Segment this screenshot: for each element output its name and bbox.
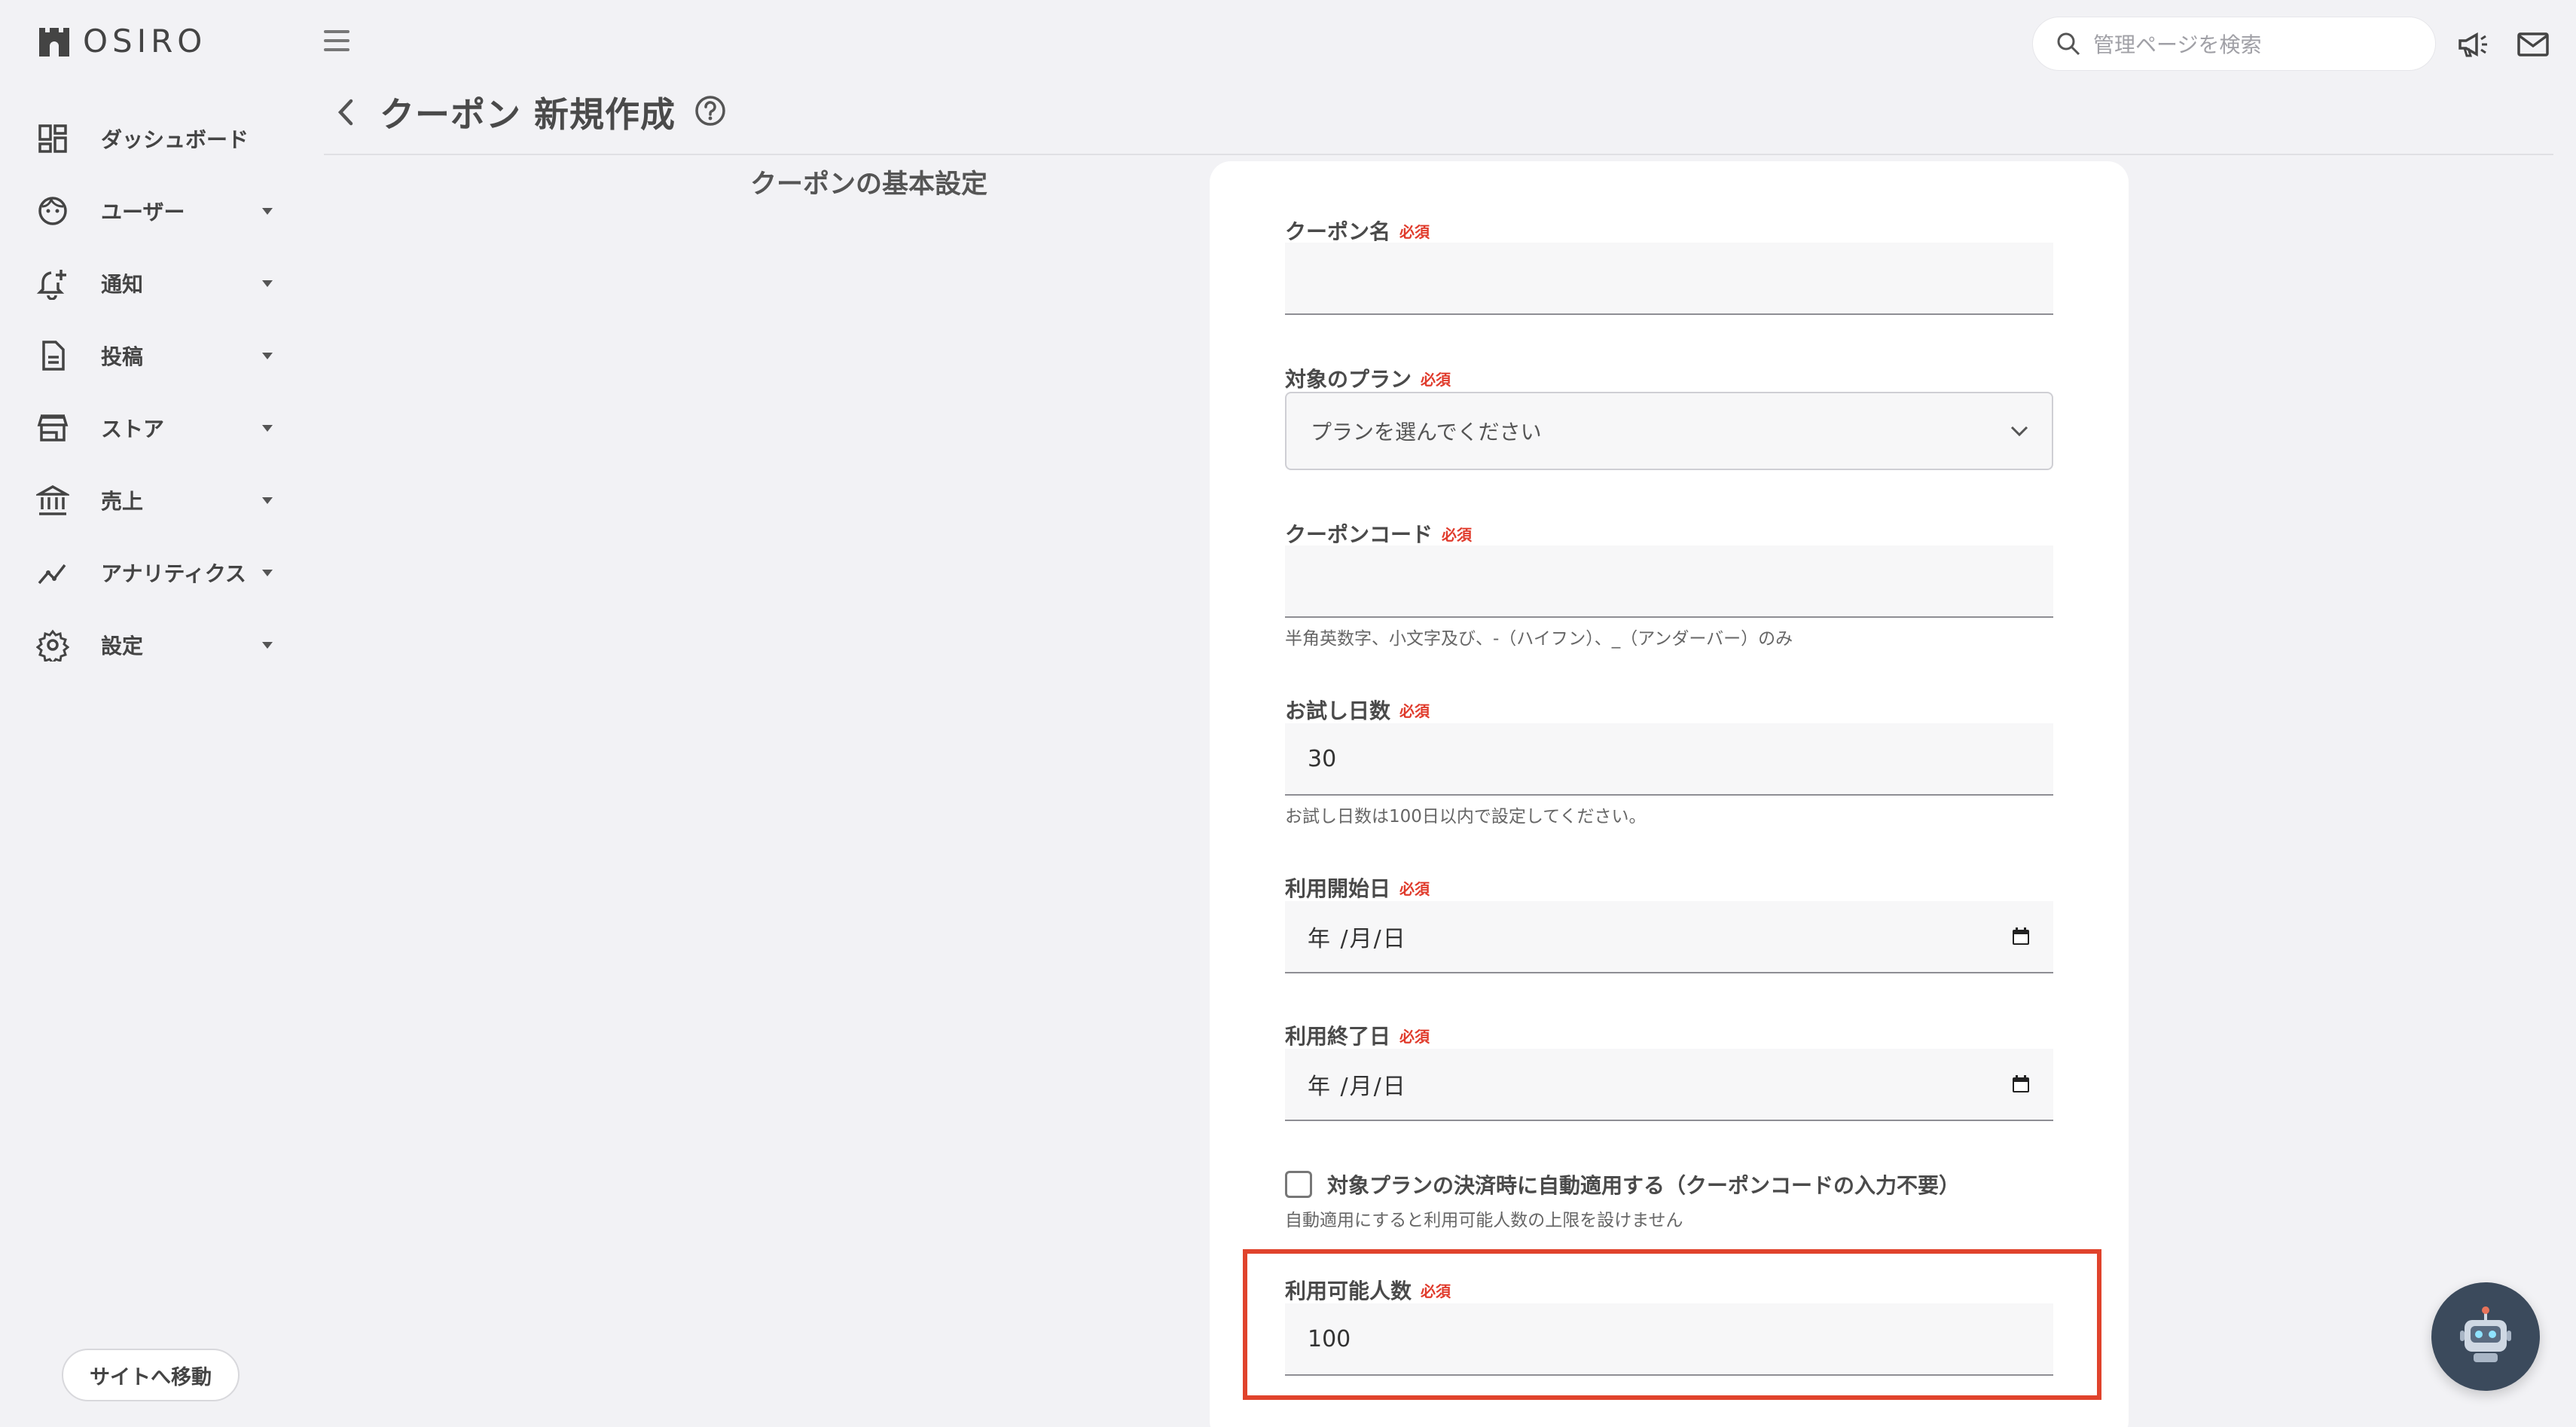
castle-icon (39, 27, 69, 57)
trial-days-hint: お試し日数は100日以内で設定してください。 (1285, 807, 1647, 827)
auto-apply-label[interactable]: 対象プランの決済時に自動適用する（クーポンコードの入力不要） (1327, 1169, 1960, 1199)
calendar-icon[interactable] (2011, 927, 2031, 946)
help-icon[interactable] (694, 95, 726, 127)
coupon-name-label: クーポン名 必須 (1285, 219, 1430, 244)
search-input[interactable]: 管理ページを検索 (2032, 17, 2436, 71)
trial-days-input[interactable]: 30 (1285, 723, 2053, 796)
sidebar-nav: ダッシュボード ユーザー 通知 投稿 ストア 売上 アナリティクス 設定 (36, 102, 285, 681)
start-date-value: 年 /月/日 (1308, 926, 1407, 952)
announcement-icon[interactable] (2455, 27, 2490, 62)
section-title: クーポンの基本設定 (750, 170, 988, 200)
coupon-code-label: クーポンコード 必須 (1285, 522, 1473, 547)
max-users-label: 利用可能人数 必須 (1285, 1279, 1451, 1303)
chevron-down-icon (262, 208, 273, 215)
menu-toggle-icon[interactable] (324, 30, 349, 51)
sidebar-item-settings[interactable]: 設定 (36, 609, 285, 681)
chatbot-button[interactable] (2431, 1282, 2540, 1391)
end-date-value: 年 /月/日 (1308, 1074, 1407, 1100)
sidebar-item-posts[interactable]: 投稿 (36, 319, 285, 392)
page-title: クーポン 新規作成 (380, 94, 676, 135)
bell-add-icon (36, 270, 66, 300)
sidebar-item-store[interactable]: ストア (36, 392, 285, 464)
search-placeholder: 管理ページを検索 (2093, 32, 2262, 57)
bank-icon (36, 484, 69, 515)
header-divider (324, 154, 2553, 155)
sidebar-item-notifications[interactable]: 通知 (36, 247, 285, 319)
sidebar-item-dashboard[interactable]: ダッシュボード (36, 102, 285, 175)
end-date-input[interactable]: 年 /月/日 (1285, 1049, 2053, 1121)
plan-select[interactable]: プランを選んでください (1285, 392, 2053, 470)
trial-days-label: お試し日数 必須 (1285, 698, 1430, 723)
end-date-label: 利用終了日 必須 (1285, 1024, 1430, 1049)
required-badge: 必須 (1421, 370, 1451, 389)
chevron-down-icon (2010, 426, 2028, 437)
chevron-down-icon (262, 280, 273, 287)
required-badge: 必須 (1442, 525, 1473, 544)
sidebar-item-sales[interactable]: 売上 (36, 464, 285, 536)
store-icon (37, 414, 69, 442)
chevron-down-icon (262, 570, 273, 576)
chevron-down-icon (262, 425, 273, 432)
brand-name: OSIRO (83, 23, 207, 60)
calendar-icon[interactable] (2011, 1074, 2031, 1094)
document-icon (42, 341, 65, 371)
required-badge: 必須 (1399, 879, 1430, 898)
required-badge: 必須 (1399, 1027, 1430, 1046)
dashboard-icon (38, 124, 67, 153)
back-arrow-icon[interactable] (331, 93, 359, 131)
gear-icon (36, 629, 69, 662)
plan-select-value: プランを選んでください (1311, 420, 1542, 445)
required-badge: 必須 (1399, 701, 1430, 720)
search-icon (2057, 32, 2080, 56)
chevron-down-icon (262, 353, 273, 359)
chevron-down-icon (262, 497, 273, 504)
brand-logo[interactable]: OSIRO (36, 23, 206, 60)
user-face-icon (38, 197, 67, 225)
auto-apply-hint: 自動適用にすると利用可能人数の上限を設けません (1285, 1211, 1683, 1230)
plan-label: 対象のプラン 必須 (1285, 367, 1451, 392)
coupon-code-hint: 半角英数字、小文字及び、-（ハイフン）、_（アンダーバー）のみ (1285, 629, 1793, 649)
max-users-input[interactable]: 100 (1285, 1303, 2053, 1376)
mail-icon[interactable] (2516, 27, 2550, 62)
robot-icon (2460, 1306, 2511, 1362)
coupon-code-input[interactable] (1285, 545, 2053, 618)
go-to-site-button[interactable]: サイトへ移動 (62, 1349, 240, 1401)
start-date-label: 利用開始日 必須 (1285, 876, 1430, 901)
required-badge: 必須 (1399, 222, 1430, 241)
sidebar-item-users[interactable]: ユーザー (36, 175, 285, 247)
required-badge: 必須 (1421, 1282, 1451, 1300)
chevron-down-icon (262, 642, 273, 649)
analytics-icon (38, 564, 66, 585)
sidebar-item-analytics[interactable]: アナリティクス (36, 536, 285, 609)
auto-apply-checkbox[interactable] (1285, 1171, 1312, 1198)
start-date-input[interactable]: 年 /月/日 (1285, 901, 2053, 973)
coupon-name-input[interactable] (1285, 243, 2053, 315)
